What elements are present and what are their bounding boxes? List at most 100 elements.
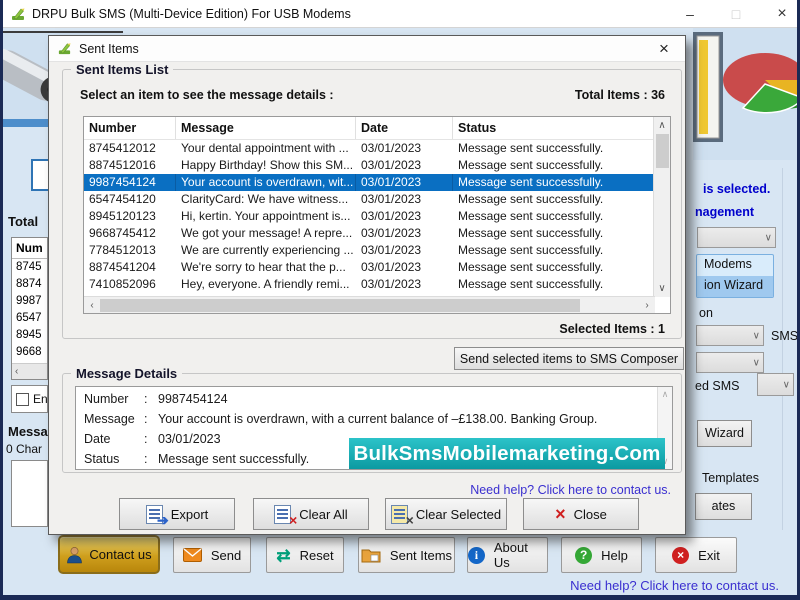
detail-value: 9987454124: [158, 392, 228, 412]
scroll-right-icon[interactable]: ›: [642, 300, 652, 311]
cell-status: Message sent successfully.: [453, 259, 654, 276]
about-us-label: About Us: [494, 540, 547, 570]
bg-grid-scrollbar[interactable]: ‹: [12, 363, 47, 379]
cell-message: Hey, everyone. A friendly remi...: [176, 276, 356, 293]
cell-message: We are currently experiencing ...: [176, 242, 356, 259]
exit-button[interactable]: × Exit: [655, 537, 737, 573]
clear-selected-button[interactable]: × Clear Selected: [385, 498, 507, 530]
scroll-left-icon[interactable]: ‹: [87, 300, 97, 311]
main-titlebar: DRPU Bulk SMS (Multi-Device Edition) For…: [0, 0, 800, 28]
table-row[interactable]: 8874541204 We're sorry to hear that the …: [84, 259, 654, 276]
bg-combo-3[interactable]: ∨: [696, 352, 764, 373]
cell-status: Message sent successfully.: [453, 208, 654, 225]
dialog-close-icon[interactable]: ×: [653, 39, 675, 59]
help-button[interactable]: ? Help: [561, 537, 642, 573]
bg-char-count: 0 Char: [6, 442, 42, 456]
table-row[interactable]: 9987454124 Your account is overdrawn, wi…: [84, 174, 654, 191]
scroll-down-icon[interactable]: ∨: [654, 283, 670, 294]
bg-wizard-button[interactable]: Wizard: [697, 420, 752, 447]
bg-templates-label: Templates: [702, 471, 759, 485]
dialog-help-link[interactable]: Need help? Click here to contact us.: [470, 483, 671, 497]
clear-all-button[interactable]: × Clear All: [253, 498, 369, 530]
bg-dropdown-list[interactable]: Modems ion Wizard: [696, 254, 774, 298]
bg-grid-cell: 8745: [12, 259, 47, 276]
dialog-title: Sent Items: [79, 42, 139, 56]
bg-sms-label: SMS: [771, 329, 798, 343]
cell-status: Message sent successfully.: [453, 157, 654, 174]
cell-number: 6547454120: [84, 191, 176, 208]
detail-value: 03/01/2023: [158, 432, 221, 452]
sent-items-button[interactable]: Sent Items: [358, 537, 455, 573]
send-button[interactable]: Send: [173, 537, 251, 573]
bg-templates-button[interactable]: ates: [695, 493, 752, 520]
clear-selected-label: Clear Selected: [416, 507, 501, 522]
cell-message: We're sorry to hear that the p...: [176, 259, 356, 276]
cell-status: Message sent successfully.: [453, 276, 654, 293]
bg-selected-note: is selected.: [703, 182, 770, 196]
column-header-number[interactable]: Number: [84, 117, 176, 139]
cell-number: 7410852096: [84, 276, 176, 293]
bg-number-grid: Num 874588749987654789459668 ‹: [11, 237, 48, 380]
table-row[interactable]: 7784512013 We are currently experiencing…: [84, 242, 654, 259]
bg-combo-2[interactable]: ∨: [696, 325, 764, 346]
reset-button[interactable]: ⇄ Reset: [266, 537, 344, 573]
selected-items-label: Selected Items : 1: [559, 322, 665, 336]
watermark-banner: BulkSmsMobilemarketing.Com: [349, 438, 665, 469]
detail-row: Message : Your account is overdrawn, wit…: [84, 412, 672, 432]
detail-value: Message sent successfully.: [158, 452, 309, 472]
horizontal-scrollbar[interactable]: ‹ ›: [84, 296, 655, 313]
close-button[interactable]: × Close: [523, 498, 639, 530]
bottom-help-link[interactable]: Need help? Click here to contact us.: [570, 578, 779, 593]
column-header-message[interactable]: Message: [176, 117, 356, 139]
detail-value: Your account is overdrawn, with a curren…: [158, 412, 597, 432]
contact-us-button[interactable]: Contact us: [58, 535, 160, 574]
export-label: Export: [171, 507, 209, 522]
vertical-scrollbar[interactable]: ∧ ∨: [653, 117, 670, 297]
chevron-down-icon: ∨: [765, 232, 772, 243]
bg-ed-sms-label: ed SMS: [695, 379, 739, 393]
close-icon[interactable]: ×: [772, 5, 792, 23]
app-icon: [10, 6, 26, 22]
bg-combo-4[interactable]: ∨: [757, 373, 794, 396]
bg-message-textarea[interactable]: [11, 460, 48, 527]
table-row[interactable]: 7410852096 Hey, everyone. A friendly rem…: [84, 276, 654, 293]
bg-combo-1[interactable]: ∨: [697, 227, 776, 248]
bg-list-item-modems[interactable]: Modems: [697, 255, 773, 276]
about-us-button[interactable]: i About Us: [467, 537, 548, 573]
exit-label: Exit: [698, 548, 720, 563]
send-to-composer-button[interactable]: Send selected items to SMS Composer: [454, 347, 684, 370]
bg-on-label: on: [699, 306, 713, 320]
close-label: Close: [574, 507, 607, 522]
contact-us-label: Contact us: [89, 547, 151, 562]
clear-selected-icon: ×: [391, 505, 408, 524]
maximize-icon[interactable]: □: [726, 6, 746, 22]
bg-checkbox[interactable]: [16, 393, 29, 406]
detail-separator: :: [144, 412, 158, 432]
table-row[interactable]: 8945120123 Hi, kertin. Your appointment …: [84, 208, 654, 225]
table-row[interactable]: 8874512016 Happy Birthday! Show this SM.…: [84, 157, 654, 174]
scrollbar-thumb[interactable]: [100, 299, 580, 312]
pie-chart-image: [693, 28, 800, 160]
cell-date: 03/01/2023: [356, 174, 453, 191]
table-row[interactable]: 8745412012 Your dental appointment with …: [84, 140, 654, 157]
cell-date: 03/01/2023: [356, 259, 453, 276]
column-header-date[interactable]: Date: [356, 117, 453, 139]
cell-status: Message sent successfully.: [453, 140, 654, 157]
export-button[interactable]: ➔ Export: [119, 498, 235, 530]
sent-items-list-group: Sent Items List Select an item to see th…: [62, 69, 682, 339]
minimize-icon[interactable]: –: [680, 6, 700, 22]
detail-separator: :: [144, 452, 158, 472]
table-row[interactable]: 6547454120 ClarityCard: We have witness.…: [84, 191, 654, 208]
scrollbar-thumb[interactable]: [656, 134, 669, 168]
cell-number: 8745412012: [84, 140, 176, 157]
total-items-label: Total Items : 36: [575, 88, 665, 102]
bg-list-item-wizard[interactable]: ion Wizard: [697, 276, 773, 297]
scroll-up-icon[interactable]: ∧: [654, 120, 670, 131]
table-row[interactable]: 9668745412 We got your message! A repre.…: [84, 225, 654, 242]
scroll-up-icon[interactable]: ∧: [658, 389, 672, 400]
cell-date: 03/01/2023: [356, 191, 453, 208]
chevron-down-icon: ∨: [753, 330, 760, 341]
column-header-status[interactable]: Status: [453, 117, 654, 139]
cell-message: We got your message! A repre...: [176, 225, 356, 242]
bg-total-label: Total: [8, 214, 38, 229]
